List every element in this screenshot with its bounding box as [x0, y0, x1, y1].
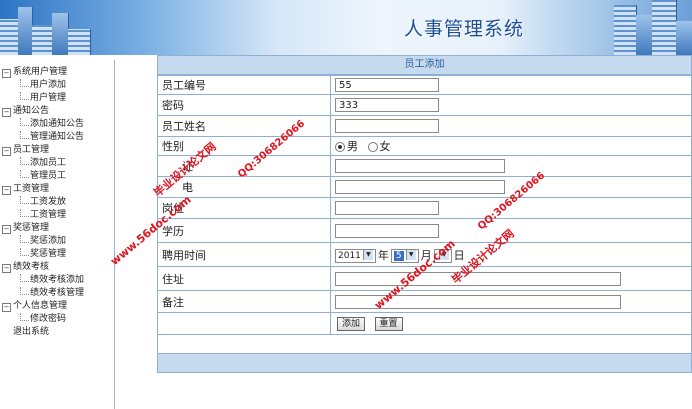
banner-building	[614, 5, 637, 55]
sidebar-item-salary-manage[interactable]: 工资管理	[0, 209, 114, 222]
collapse-icon[interactable]: −	[2, 186, 11, 195]
label-employee-no: 员工编号	[157, 75, 331, 95]
form-spacer-row	[157, 334, 692, 354]
sidebar-group-salary[interactable]: − 工资管理	[0, 183, 114, 196]
banner-building	[0, 19, 19, 55]
sidebar-item-performance-manage[interactable]: 绩效考核管理	[0, 287, 114, 300]
label-address: 住址	[157, 266, 331, 291]
sidebar-item-change-password[interactable]: 修改密码	[0, 313, 114, 326]
phone-input[interactable]	[335, 180, 505, 194]
page-title: 人事管理系统	[404, 18, 525, 40]
banner-building	[636, 15, 653, 55]
banner-building	[18, 7, 33, 55]
password-input[interactable]: 333	[335, 98, 439, 112]
banner-building	[676, 21, 692, 55]
label-password: 密码	[157, 94, 331, 116]
id-card-input[interactable]	[335, 159, 505, 173]
sidebar-item-exit[interactable]: 退出系统	[0, 326, 114, 339]
sidebar-item-salary-pay[interactable]: 工资发放	[0, 196, 114, 209]
sidebar-item-user-manage[interactable]: 用户管理	[0, 92, 114, 105]
collapse-icon[interactable]: −	[2, 69, 11, 78]
collapse-icon[interactable]: −	[2, 108, 11, 117]
reset-button[interactable]: 重置	[374, 316, 403, 331]
sidebar-item-employee-add[interactable]: 添加员工	[0, 157, 114, 170]
sidebar-item-employee-manage[interactable]: 管理员工	[0, 170, 114, 183]
employee-no-input[interactable]: 55	[335, 78, 439, 92]
banner-building	[68, 29, 91, 55]
sidebar-group-notices[interactable]: − 通知公告	[0, 105, 114, 118]
chevron-down-icon: ▼	[362, 249, 373, 260]
sidebar-group-rewards[interactable]: − 奖惩管理	[0, 222, 114, 235]
header-banner: 人事管理系统	[0, 0, 692, 55]
hire-year-select[interactable]: 2011 ▼	[335, 248, 376, 263]
education-input[interactable]	[335, 223, 439, 238]
collapse-icon[interactable]: −	[2, 264, 11, 273]
remark-input[interactable]	[335, 294, 621, 309]
sidebar-item-user-add[interactable]: 用户添加	[0, 79, 114, 92]
banner-building	[52, 13, 69, 55]
panel-title: 员工添加	[157, 55, 692, 75]
label-education: 学历	[157, 218, 331, 243]
hire-month-select[interactable]: 5 ▼	[390, 248, 419, 263]
add-button[interactable]: 添加	[337, 316, 366, 331]
label-phone: 电	[157, 176, 331, 198]
collapse-icon[interactable]: −	[2, 303, 11, 312]
banner-building	[32, 25, 53, 55]
sidebar-item-reward-manage[interactable]: 奖惩管理	[0, 248, 114, 261]
sidebar-group-performance[interactable]: − 绩效考核	[0, 261, 114, 274]
sidebar-item-notice-add[interactable]: 添加通知公告	[0, 118, 114, 131]
sidebar-group-system-users[interactable]: − 系统用户管理	[0, 66, 114, 79]
gender-female-radio[interactable]	[367, 142, 378, 152]
employee-form: 员工编号 55 密码 333 员工姓名 性别 男 女 证 电 岗位 学历 聘用时…	[157, 75, 692, 354]
sidebar-item-performance-add[interactable]: 绩效考核添加	[0, 274, 114, 287]
sidebar-group-personal[interactable]: − 个人信息管理	[0, 300, 114, 313]
label-id-card: 证	[157, 155, 331, 177]
sidebar-item-notice-manage[interactable]: 管理通知公告	[0, 131, 114, 144]
position-input[interactable]	[335, 201, 439, 215]
banner-building	[652, 0, 677, 55]
address-input[interactable]	[335, 271, 621, 286]
gender-male-radio[interactable]	[335, 142, 345, 152]
label-gender: 性别	[157, 136, 331, 156]
sidebar-item-reward-add[interactable]: 奖惩添加	[0, 235, 114, 248]
collapse-icon[interactable]: −	[2, 147, 11, 156]
employee-add-panel: 员工添加 员工编号 55 密码 333 员工姓名 性别 男 女 证 电 岗位 学…	[157, 55, 692, 390]
sidebar-group-employees[interactable]: − 员工管理	[0, 144, 114, 157]
chevron-down-icon: ▼	[438, 249, 449, 260]
label-remark: 备注	[157, 290, 331, 313]
label-hire-date: 聘用时间	[157, 242, 331, 267]
sidebar-tree: − 系统用户管理 用户添加 用户管理 − 通知公告 添加通知公告 管理通知公告 − 员…	[0, 60, 115, 409]
label-position: 岗位	[157, 197, 331, 219]
collapse-icon[interactable]: −	[2, 225, 11, 234]
name-input[interactable]	[335, 119, 439, 133]
buttons-label-cell	[157, 312, 331, 335]
chevron-down-icon: ▼	[405, 249, 416, 260]
hire-day-select[interactable]: ▼	[433, 248, 452, 263]
panel-footer	[157, 354, 692, 373]
label-name: 员工姓名	[157, 115, 331, 137]
